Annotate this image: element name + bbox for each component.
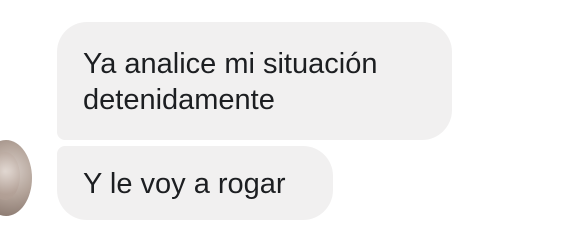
avatar-photo [0, 152, 20, 200]
message-text-line: Y le voy a rogar [83, 168, 286, 200]
message-text-line: detenidamente [83, 84, 275, 116]
message-bubble[interactable]: Ya analice mi situación detenidamente [57, 22, 452, 140]
message-text-line: Ya analice mi situación [83, 48, 378, 80]
chat-thread: Ya analice mi situación detenidamente Y … [0, 0, 572, 244]
message-bubble[interactable]: Y le voy a rogar [57, 146, 333, 220]
avatar[interactable] [0, 140, 32, 216]
